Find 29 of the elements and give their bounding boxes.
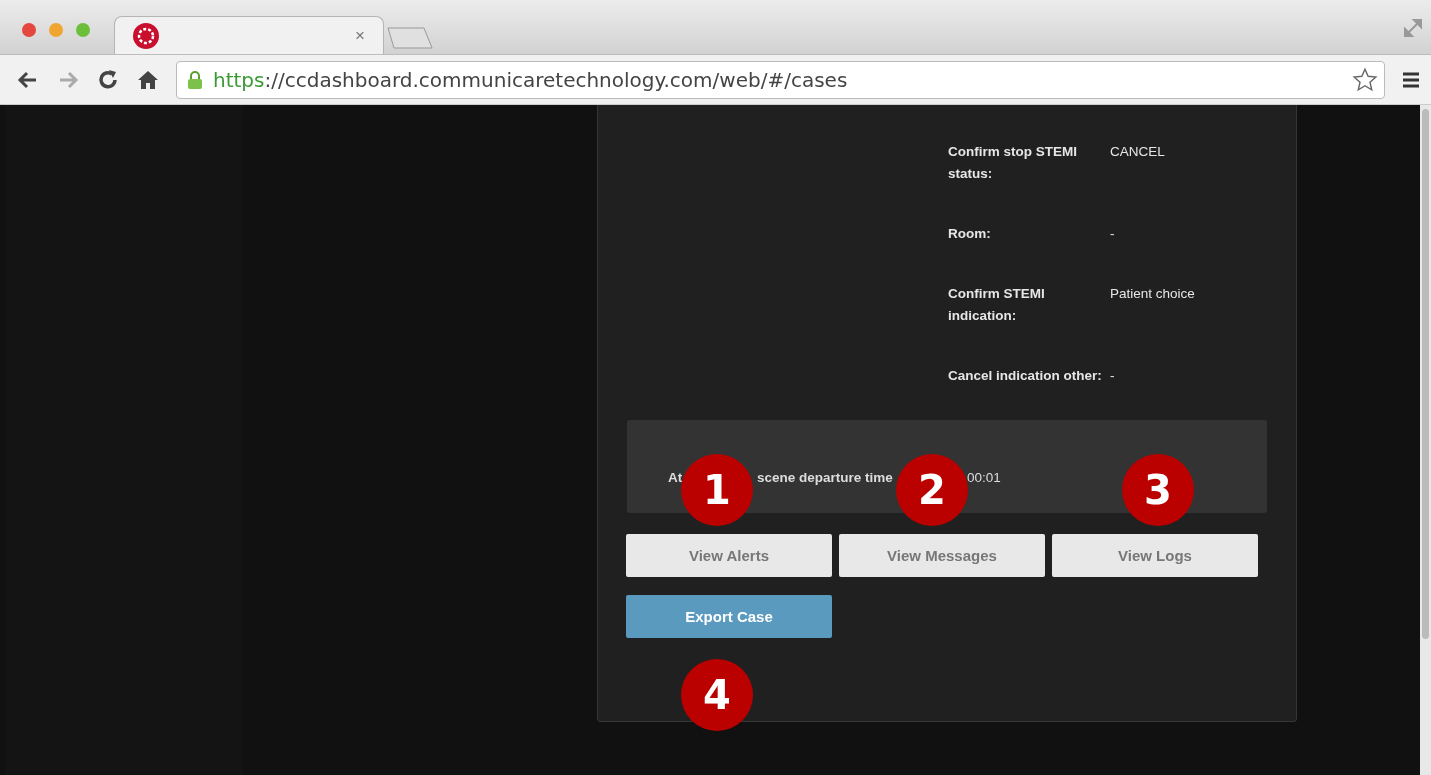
padlock-icon [187, 69, 203, 90]
export-button[interactable]: Export Case [626, 595, 832, 638]
close-tab-button[interactable]: × [355, 25, 365, 46]
callout-badge: 4 [681, 659, 753, 731]
lifebuoy-icon [133, 22, 159, 49]
timer-value: 00:01 [967, 470, 1001, 485]
browser-tab[interactable]: × [114, 16, 384, 54]
field-value: - [1110, 367, 1116, 385]
minimize-window-icon[interactable] [49, 23, 63, 37]
field-value: - [1110, 225, 1116, 243]
field-label: Room: [948, 225, 992, 243]
view-button[interactable]: View Alerts [626, 534, 832, 577]
field-value: CANCEL [1110, 143, 1166, 161]
field-label: Confirm stop STEMI status: [948, 143, 1078, 183]
field-label: Cancel indication other: [948, 367, 1103, 385]
timer-label-text: At [668, 470, 683, 485]
scrollbar[interactable] [1420, 105, 1431, 775]
field-value: Patient choice [1110, 285, 1196, 303]
fullscreen-icon[interactable] [1403, 18, 1423, 38]
new-tab-button[interactable] [386, 26, 434, 50]
url-text: https://ccdashboard.communicaretechnology.com/web/#/cases [213, 67, 849, 92]
timer-label-text: scene departure time [757, 470, 893, 485]
field-label: Confirm STEMI indication: [948, 285, 1046, 325]
maximize-window-icon[interactable] [76, 23, 90, 37]
view-button[interactable]: View Messages [839, 534, 1045, 577]
view-button[interactable]: View Logs [1052, 534, 1258, 577]
bookmark-star-icon[interactable] [1352, 66, 1378, 93]
close-window-icon[interactable] [22, 23, 36, 37]
address-bar[interactable]: https://ccdashboard.communicaretechnology.com/web/#/cases [176, 60, 1385, 99]
